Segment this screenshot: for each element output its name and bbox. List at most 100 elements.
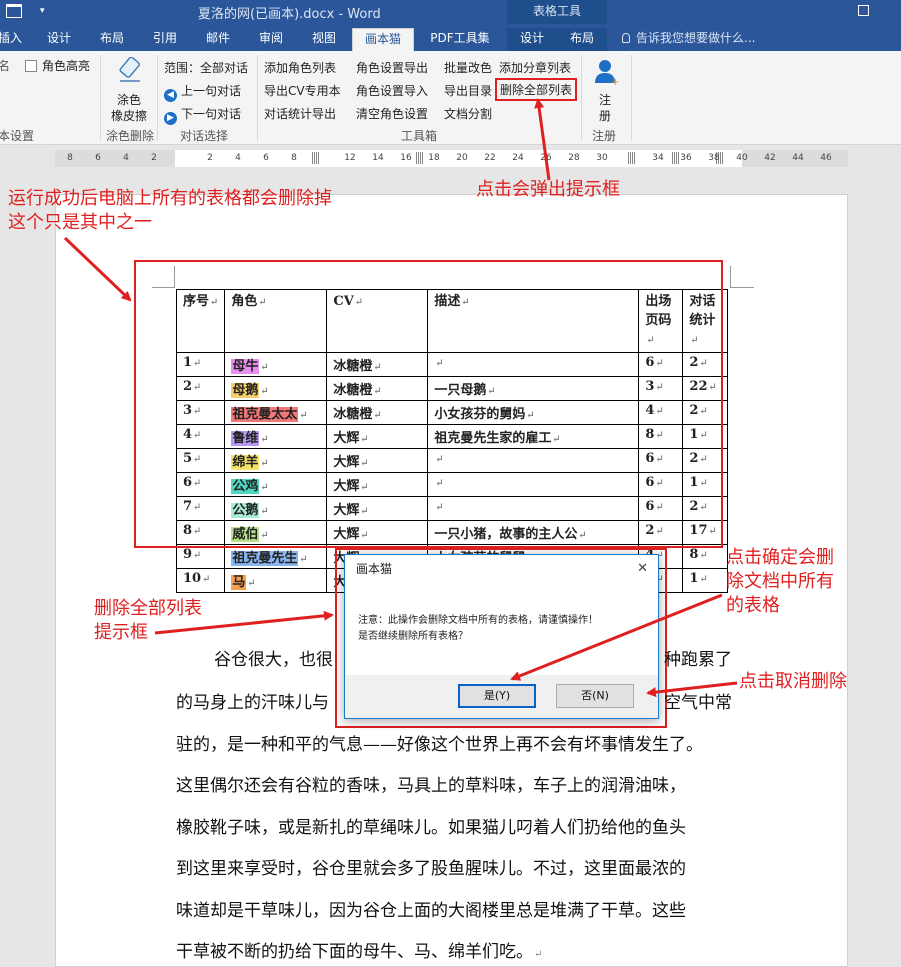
body-paragraph-line: 干草被不断的扔给下面的母牛、马、绵羊们吃。↵ bbox=[176, 942, 543, 962]
ruler-number: 38 bbox=[708, 153, 720, 163]
arrow-right-icon: ▶ bbox=[164, 112, 177, 125]
cell-no[interactable]: 9↵ bbox=[175, 544, 226, 569]
next-dialog-button[interactable]: ▶ 下一句对话 bbox=[164, 105, 241, 125]
cell-dialog-count[interactable]: 8↵ bbox=[682, 544, 729, 569]
annotation-cancel-note: 点击取消删除 bbox=[739, 671, 847, 692]
cell-end-mark: ↵ bbox=[202, 574, 211, 585]
tab-mailings[interactable]: 邮件 bbox=[198, 28, 238, 51]
cell-no[interactable]: 10↵ bbox=[175, 568, 226, 593]
body-paragraph-line: 这里偶尔还会有谷粒的香味，马具上的草料味，车子上的润滑油味， bbox=[176, 776, 686, 796]
tab-table-design[interactable]: 设计 bbox=[507, 28, 557, 51]
scope-label[interactable]: 范围：全部对话 bbox=[164, 59, 248, 76]
register-user-icon[interactable]: + bbox=[594, 59, 620, 89]
prev-dialog-button[interactable]: ◀ 上一句对话 bbox=[164, 82, 241, 102]
dialog-select-group-label: 对话选择 bbox=[180, 129, 229, 143]
cut-off-label: 名 bbox=[0, 59, 11, 73]
ruler-number: 6 bbox=[95, 153, 101, 163]
tell-me-search[interactable]: 告诉我您想要做什么... bbox=[622, 28, 755, 50]
ruler-number: 4 bbox=[235, 153, 241, 163]
ruler-number: 18 bbox=[428, 153, 440, 163]
body-paragraph-line: 味道却是干草味儿，因为谷仓上面的大阁楼里总是堆满了干草。这些 bbox=[176, 901, 686, 921]
margin-corner-mark bbox=[730, 266, 731, 288]
ruler-column-marker[interactable] bbox=[416, 152, 424, 164]
group-divider bbox=[100, 55, 101, 141]
tab-table-layout[interactable]: 布局 bbox=[557, 28, 607, 51]
split-document-button[interactable]: 文档分割 bbox=[444, 105, 492, 122]
ruler-column-marker[interactable] bbox=[312, 152, 320, 164]
settings-group-label: 本设置 bbox=[0, 129, 35, 143]
annotation-confirm-note: 点击确定会删 除文档中所有 的表格 bbox=[726, 547, 834, 616]
dialog-body: 注意：此操作会删除文档中所有的表格，请谨慎操作！ 是否继续删除所有表格？ bbox=[345, 583, 658, 675]
dialog-question-text: 是否继续删除所有表格？ bbox=[358, 631, 468, 642]
body-paragraph-line: 到这里来享受时，谷仓里就会多了股鱼腥味儿。不过，这里面最浓的 bbox=[176, 859, 686, 879]
eraser-icon[interactable] bbox=[117, 57, 143, 83]
register-label-bottom[interactable]: 册 bbox=[599, 107, 611, 124]
role-highlight-checkbox[interactable]: 角色高亮 bbox=[25, 57, 90, 74]
ribbon-display-options-icon[interactable] bbox=[858, 5, 869, 16]
tell-me-text: 告诉我您想要做什么... bbox=[636, 31, 756, 45]
export-dialog-stats-button[interactable]: 对话统计导出 bbox=[264, 105, 336, 122]
table-tools-context-label: 表格工具 bbox=[507, 0, 607, 24]
group-divider bbox=[631, 55, 632, 141]
tab-view[interactable]: 视图 bbox=[304, 28, 344, 51]
cell-end-mark: ↵ bbox=[247, 578, 256, 589]
folder-icon[interactable] bbox=[6, 4, 22, 18]
group-divider bbox=[257, 55, 258, 141]
eraser-label-bottom[interactable]: 橡皮擦 bbox=[111, 107, 147, 124]
yes-button[interactable]: 是(Y) bbox=[458, 684, 536, 708]
tab-insert[interactable]: 插入 bbox=[0, 28, 24, 51]
ruler-number: 2 bbox=[151, 153, 157, 163]
arrow-left-icon: ◀ bbox=[164, 89, 177, 102]
add-role-list-button[interactable]: 添加角色列表 bbox=[264, 59, 336, 76]
tab-layout[interactable]: 布局 bbox=[92, 28, 132, 51]
cell-no-text: 9 bbox=[183, 547, 193, 562]
checkbox-icon bbox=[25, 60, 37, 72]
cell-end-mark: ↵ bbox=[299, 554, 308, 565]
quick-access-dropdown-icon[interactable]: ▾ bbox=[40, 6, 45, 16]
ruler-number: 22 bbox=[484, 153, 496, 163]
tab-pdf-tools[interactable]: PDF工具集 bbox=[422, 28, 498, 51]
cell-dialog-count-text: 8 bbox=[689, 547, 699, 562]
body-paragraph-fragment: 空气中常 bbox=[664, 693, 732, 713]
ruler-column-marker[interactable] bbox=[628, 152, 636, 164]
tab-references[interactable]: 引用 bbox=[145, 28, 185, 51]
ruler-number: 26 bbox=[540, 153, 552, 163]
body-paragraph-line: 谷仓很大，也很 bbox=[214, 650, 333, 670]
close-icon[interactable]: ✕ bbox=[637, 561, 648, 576]
cell-dialog-count[interactable]: 1↵ bbox=[682, 568, 729, 593]
ruler-number: 34 bbox=[652, 153, 664, 163]
horizontal-ruler[interactable]: 8 6 4 2 2 4 6 8 12 14 16 18 20 22 24 26 … bbox=[55, 150, 848, 167]
role-settings-export-button[interactable]: 角色设置导出 bbox=[356, 59, 428, 76]
ruler-number: 4 bbox=[123, 153, 129, 163]
cell-end-mark: ↵ bbox=[193, 550, 202, 561]
export-cv-button[interactable]: 导出CV专用本 bbox=[264, 82, 341, 99]
cell-role[interactable]: 祖克曼先生 ↵ bbox=[224, 544, 328, 569]
prev-dialog-label: 上一句对话 bbox=[181, 84, 242, 98]
tab-review[interactable]: 审阅 bbox=[251, 28, 291, 51]
lightbulb-icon bbox=[622, 33, 630, 43]
tab-design[interactable]: 设计 bbox=[40, 28, 78, 51]
table-highlight-box bbox=[134, 260, 723, 548]
cell-role-text: 祖克曼先生 bbox=[231, 551, 299, 566]
add-chapter-list-button[interactable]: 添加分章列表 bbox=[499, 59, 571, 76]
cell-end-mark: ↵ bbox=[699, 550, 708, 561]
confirm-delete-dialog: 画本猫 ✕ 注意：此操作会删除文档中所有的表格，请谨慎操作！ 是否继续删除所有表… bbox=[344, 554, 659, 719]
delete-all-lists-button[interactable]: 删除全部列表 bbox=[494, 78, 578, 101]
batch-recolor-button[interactable]: 批量改色 bbox=[444, 59, 492, 76]
ruler-number: 40 bbox=[736, 153, 748, 163]
export-toc-button[interactable]: 导出目录 bbox=[444, 82, 492, 99]
ruler-number: 2 bbox=[207, 153, 213, 163]
eraser-label-top[interactable]: 涂色 bbox=[117, 91, 141, 108]
clear-role-settings-button[interactable]: 清空角色设置 bbox=[356, 105, 428, 122]
margin-corner-mark bbox=[730, 287, 754, 288]
register-label-top[interactable]: 注 bbox=[599, 91, 611, 108]
role-settings-import-button[interactable]: 角色设置导入 bbox=[356, 82, 428, 99]
ruler-number: 16 bbox=[400, 153, 412, 163]
tab-huabenmao[interactable]: 画本猫 bbox=[352, 28, 414, 51]
group-divider bbox=[581, 55, 582, 141]
no-button[interactable]: 否(N) bbox=[556, 684, 634, 708]
cell-role[interactable]: 马 ↵ bbox=[224, 568, 328, 593]
dialog-message: 注意：此操作会删除文档中所有的表格，请谨慎操作！ 是否继续删除所有表格？ bbox=[358, 613, 598, 645]
body-paragraph-fragment: 种跑累了 bbox=[664, 650, 732, 670]
annotation-dialog-note: 删除全部列表 提示框 bbox=[94, 598, 202, 643]
